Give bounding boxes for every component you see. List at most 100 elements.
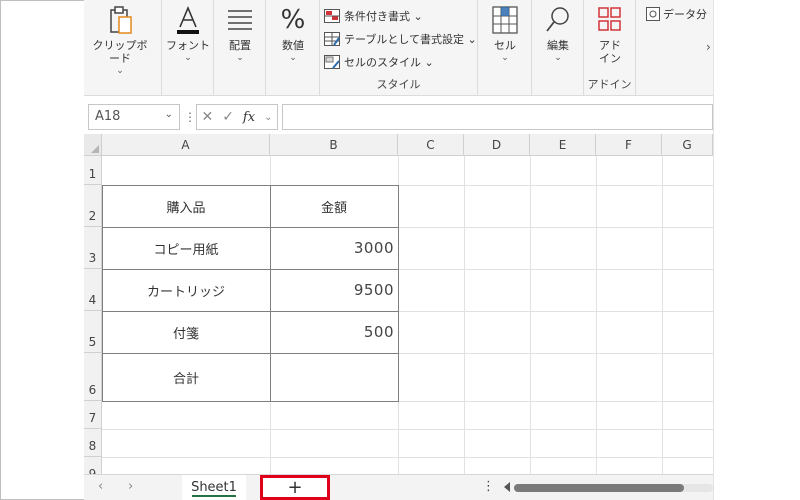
number-group: % 数値 ⌄ — [266, 0, 320, 96]
formula-bar-separator-icon: ⋮ — [184, 110, 196, 124]
column-header-e[interactable]: E — [530, 134, 596, 156]
editing-group: 編集 ⌄ — [532, 0, 584, 96]
row-header-7[interactable]: 7 — [84, 401, 102, 429]
alignment-label: 配置 — [229, 39, 251, 52]
ribbon: クリップボード ⌄ フォント ⌄ 配置 ⌄ % 数値 ⌄ スタイル 条件付き書式… — [84, 0, 713, 96]
cancel-icon[interactable]: ✕ — [201, 109, 213, 125]
row-header-9[interactable]: 9 — [84, 457, 102, 474]
chevron-down-icon: ⌄ — [554, 53, 562, 63]
clipboard-icon — [90, 4, 150, 36]
prev-sheet-icon[interactable]: ‹ — [98, 479, 103, 494]
formula-bar: A18 ⌄ ⋮ ✕ ✓ fx ⌄ — [84, 104, 713, 130]
enter-icon[interactable]: ✓ — [222, 109, 234, 125]
gridline — [102, 457, 713, 458]
cell-a3[interactable]: コピー用紙 — [102, 227, 270, 269]
conditional-format-icon — [324, 9, 340, 23]
active-sheet-underline — [192, 495, 236, 497]
styles-group-label: スタイル — [376, 78, 421, 91]
column-header-f[interactable]: F — [596, 134, 662, 156]
addins-button[interactable]: アド イン — [580, 4, 640, 65]
row-header-2[interactable]: 2 — [84, 185, 102, 227]
column-header-c[interactable]: C — [398, 134, 464, 156]
gridline — [102, 429, 713, 430]
row-header-8[interactable]: 8 — [84, 429, 102, 457]
column-header-d[interactable]: D — [464, 134, 530, 156]
name-box-value: A18 — [95, 109, 121, 124]
row-header-6[interactable]: 6 — [84, 353, 102, 401]
cell-b2[interactable]: 金額 — [270, 185, 398, 227]
cell-a4[interactable]: カートリッジ — [102, 269, 270, 311]
row-header-1[interactable]: 1 — [84, 156, 102, 185]
data-analysis-button[interactable]: データ分 — [646, 6, 707, 22]
cells-button[interactable]: セル ⌄ — [475, 4, 535, 64]
cell-b3[interactable]: 3000 — [270, 227, 398, 269]
data-analysis-label: データ分 — [663, 8, 707, 21]
gridline — [464, 156, 465, 474]
sheet-tab-sheet1[interactable]: Sheet1 — [182, 475, 246, 500]
row-header-4[interactable]: 4 — [84, 269, 102, 311]
cells-group: セル ⌄ — [478, 0, 532, 96]
cell-a6[interactable]: 合計 — [102, 353, 270, 401]
gridline — [662, 156, 663, 474]
add-sheet-button[interactable]: + — [260, 475, 330, 500]
formula-input[interactable] — [282, 104, 713, 130]
horizontal-scrollbar-thumb[interactable] — [514, 484, 684, 492]
addins-label-line1: アド — [599, 39, 621, 52]
chevron-down-icon[interactable]: ⌄ — [165, 109, 173, 120]
alignment-group: 配置 ⌄ — [214, 0, 266, 96]
percent-icon: % — [280, 5, 306, 35]
cell-styles-icon — [324, 55, 340, 69]
clipboard-group: クリップボード ⌄ — [84, 0, 162, 96]
data-analysis-icon — [646, 7, 660, 21]
row-header-3[interactable]: 3 — [84, 227, 102, 269]
ribbon-scroll-right-icon[interactable]: › — [706, 40, 711, 54]
clipboard-button[interactable]: クリップボード ⌄ — [90, 4, 150, 77]
cell-b5[interactable]: 500 — [270, 311, 398, 353]
chevron-down-icon[interactable]: ⌄ — [264, 112, 272, 123]
conditional-format-button[interactable]: 条件付き書式 ⌄ — [324, 6, 423, 26]
cell-a5[interactable]: 付箋 — [102, 311, 270, 353]
column-header-g[interactable]: G — [662, 134, 713, 156]
select-all-corner[interactable] — [84, 134, 102, 156]
column-header-a[interactable]: A — [102, 134, 270, 156]
plus-icon: + — [287, 477, 303, 498]
formula-buttons: ✕ ✓ fx ⌄ — [196, 104, 278, 130]
sheet-tab-label: Sheet1 — [191, 480, 237, 495]
format-as-table-button[interactable]: テーブルとして書式設定 ⌄ — [324, 29, 477, 49]
font-button[interactable]: フォント ⌄ — [158, 4, 218, 64]
next-sheet-icon[interactable]: › — [128, 479, 133, 494]
chevron-down-icon: ⌄ — [116, 66, 124, 76]
cell-styles-button[interactable]: セルのスタイル ⌄ — [324, 52, 434, 72]
format-as-table-icon — [324, 32, 340, 46]
cell-b4[interactable]: 9500 — [270, 269, 398, 311]
chevron-down-icon: ⌄ — [501, 53, 509, 63]
font-color-icon — [158, 4, 218, 36]
column-header-b[interactable]: B — [270, 134, 398, 156]
more-options-icon[interactable]: ⋮ — [482, 479, 495, 494]
chevron-down-icon: ⌄ — [289, 53, 297, 63]
addins-label-line2: イン — [599, 52, 621, 65]
name-box[interactable]: A18 ⌄ — [88, 104, 180, 130]
font-label: フォント — [166, 39, 210, 52]
number-button[interactable]: % 数値 ⌄ — [263, 4, 323, 64]
magnifier-icon — [528, 4, 588, 36]
addins-grid-icon — [580, 4, 640, 36]
font-group: フォント ⌄ — [162, 0, 214, 96]
scroll-left-icon[interactable] — [504, 482, 510, 492]
editing-button[interactable]: 編集 ⌄ — [528, 4, 588, 64]
number-label: 数値 — [282, 39, 304, 52]
align-lines-icon — [210, 4, 270, 36]
insert-function-icon[interactable]: fx — [243, 110, 255, 125]
chevron-down-icon: ⌄ — [184, 53, 192, 63]
format-as-table-label: テーブルとして書式設定 ⌄ — [344, 33, 477, 46]
cell-styles-label: セルのスタイル ⌄ — [344, 56, 434, 69]
addins-group: アド イン アドイン — [584, 0, 636, 96]
cell-b6[interactable] — [270, 353, 398, 401]
right-margin — [713, 0, 800, 500]
conditional-format-label: 条件付き書式 ⌄ — [344, 10, 423, 23]
alignment-button[interactable]: 配置 ⌄ — [210, 4, 270, 64]
chevron-down-icon: ⌄ — [236, 53, 244, 63]
cell-a2[interactable]: 購入品 — [102, 185, 270, 227]
row-header-5[interactable]: 5 — [84, 311, 102, 353]
gridline — [530, 156, 531, 474]
